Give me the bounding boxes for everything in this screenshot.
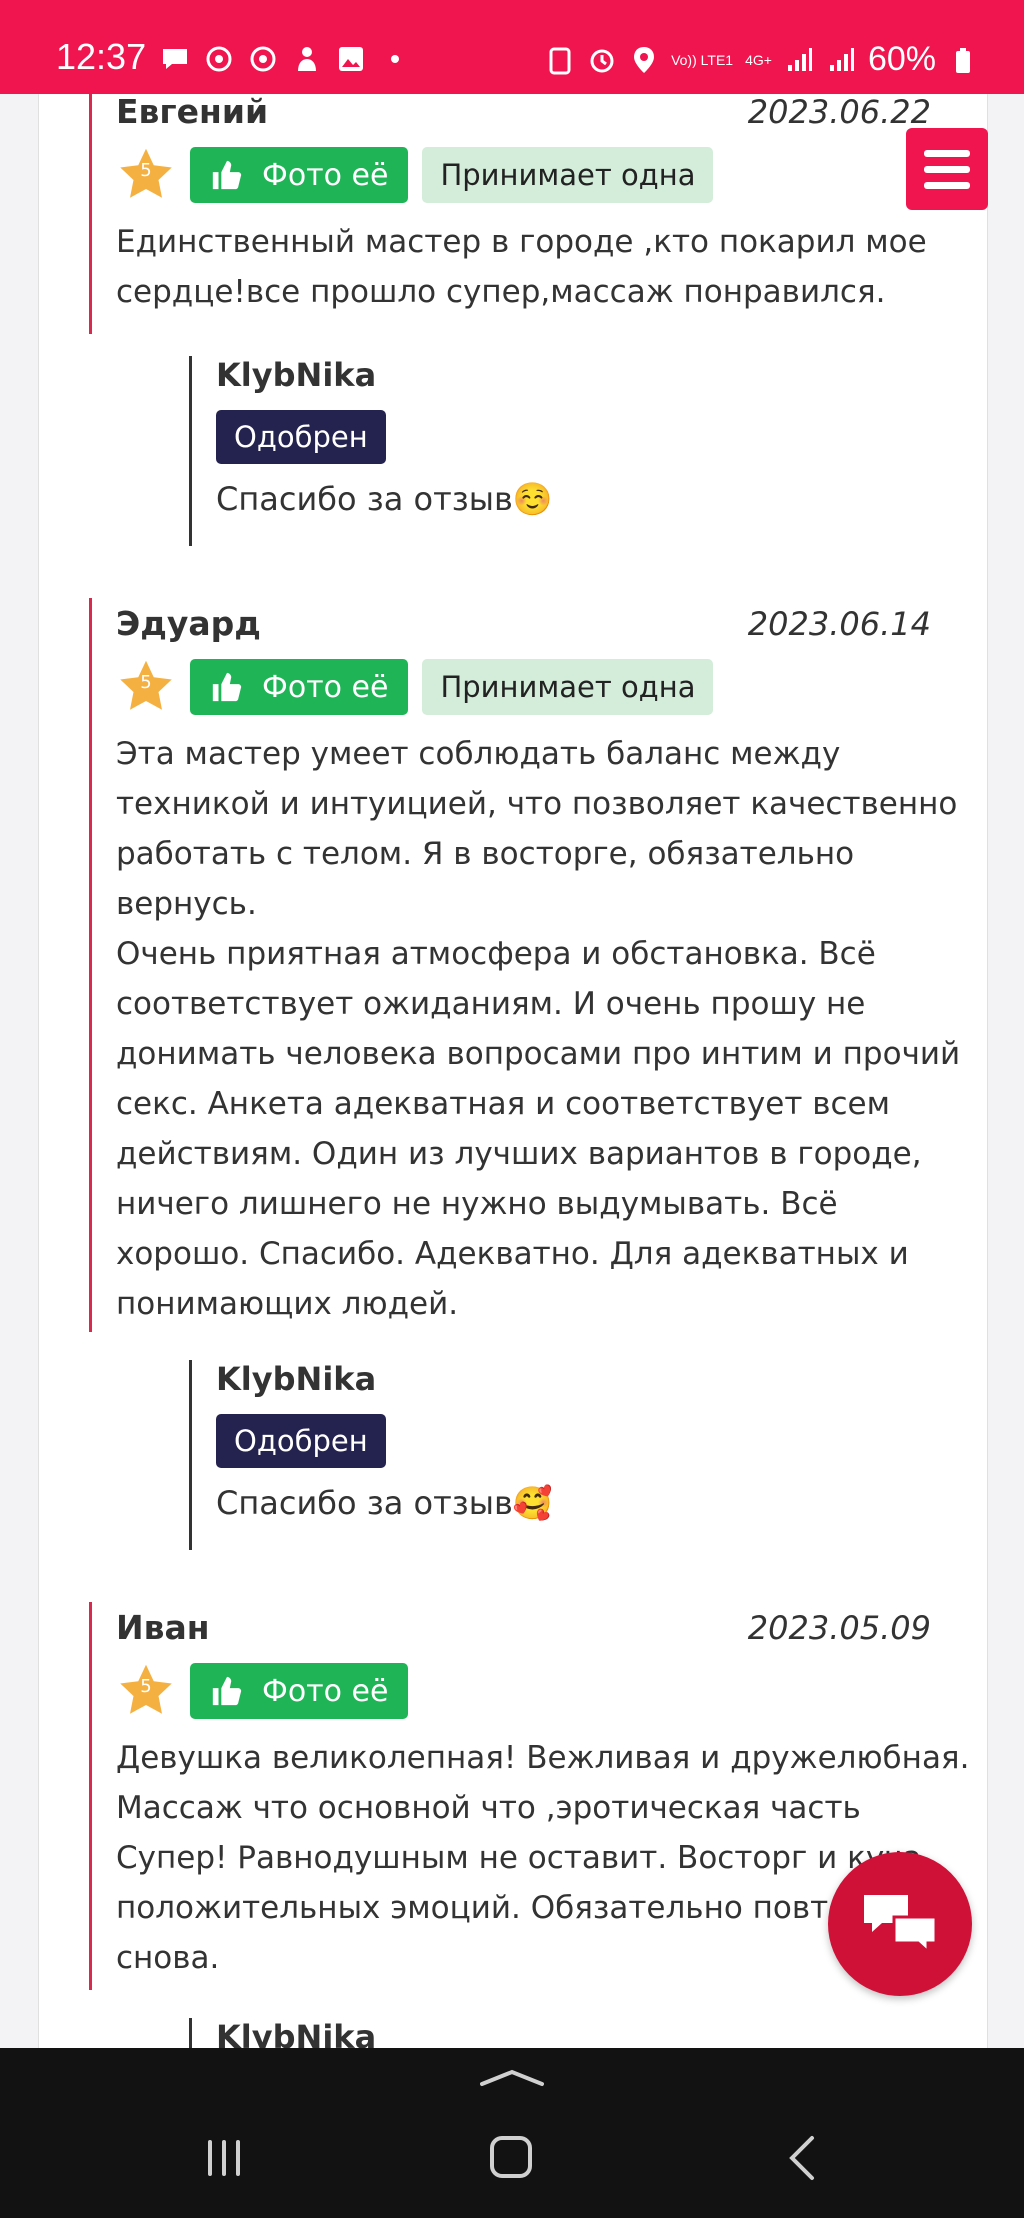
status-time: 12:37: [56, 36, 147, 77]
accepts-alone-tag: Принимает одна: [422, 659, 714, 715]
rating-value: 5: [140, 160, 152, 181]
chat-bubbles-icon: [864, 1895, 938, 1956]
rating-value: 5: [140, 672, 152, 693]
menu-button[interactable]: [906, 128, 988, 210]
app-notification-icon-2: [250, 46, 276, 72]
accepts-alone-tag: Принимает одна: [422, 147, 714, 203]
rating-star: 5: [116, 145, 176, 205]
thumbs-up-icon: [212, 1676, 242, 1706]
battery-saver-icon: [549, 47, 571, 74]
photo-verified-badge[interactable]: Фото её: [190, 659, 409, 715]
owner-reply: KlybNika Одобрен Спасибо за отзыв🥰: [189, 1360, 889, 1550]
owner-reply: KlybNika Одобрен Спасибо за отзыв☺️: [189, 356, 889, 546]
reply-text: Спасибо за отзыв☺️: [216, 480, 553, 518]
rating-star: 5: [116, 1661, 176, 1721]
recents-icon[interactable]: [206, 2138, 246, 2178]
chat-notification-icon: [163, 49, 187, 69]
review-badges: 5 Фото её Принимает одна: [116, 145, 979, 205]
battery-icon: [956, 47, 970, 73]
review-badges: 5 Фото её: [116, 1661, 979, 1721]
status-right: Vo)) LTE1 4G+ 60%: [545, 40, 978, 79]
home-icon[interactable]: [490, 2136, 532, 2178]
approved-badge: Одобрен: [216, 1414, 386, 1468]
review-author: Эдуард: [116, 604, 261, 643]
figure-notification-icon: [298, 47, 316, 71]
network-type: 4G+: [745, 51, 772, 68]
notification-icons: [160, 44, 410, 74]
review-text: Эта мастер умеет соблюдать баланс между …: [116, 736, 961, 1322]
volte-indicator: Vo)) LTE1: [671, 51, 734, 68]
review-text: Единственный мастер в городе ,кто покари…: [116, 224, 927, 310]
signal-icon-2: [829, 47, 854, 71]
reviews-page: Евгений 2023.06.22 5 Фото её Принимает о…: [38, 94, 988, 2048]
review-author: Евгений: [116, 94, 269, 131]
rating-star: 5: [116, 657, 176, 717]
review-date: 2023.06.22: [747, 94, 931, 131]
photo-verified-badge[interactable]: Фото её: [190, 1663, 409, 1719]
review-author: Иван: [116, 1608, 210, 1647]
review-card: Евгений 2023.06.22 5 Фото её Принимает о…: [89, 94, 979, 334]
review-date: 2023.06.14: [747, 605, 931, 643]
back-icon[interactable]: [786, 2134, 816, 2182]
thumbs-up-icon: [212, 160, 242, 190]
swipe-up-handle-icon[interactable]: [480, 2068, 544, 2088]
app-notification-icon: [206, 46, 232, 72]
battery-percent: 60%: [867, 40, 936, 78]
signal-icon: [787, 47, 812, 71]
reply-author: KlybNika: [216, 356, 377, 394]
reply-author: KlybNika: [216, 1360, 377, 1398]
rating-value: 5: [140, 1676, 152, 1697]
hamburger-icon: [924, 149, 970, 157]
reply-author: KlybNika: [216, 2018, 377, 2048]
review-card: Эдуард 2023.06.14 5 Фото её Принимает од…: [89, 598, 979, 1332]
review-date: 2023.05.09: [747, 1609, 931, 1647]
photo-label: Фото её: [262, 157, 389, 193]
photo-verified-badge[interactable]: Фото её: [190, 147, 409, 203]
owner-reply: KlybNika: [189, 2018, 889, 2048]
review-badges: 5 Фото её Принимает одна: [116, 657, 979, 717]
thumbs-up-icon: [212, 672, 242, 702]
system-nav-bar: [0, 2048, 1024, 2218]
approved-badge: Одобрен: [216, 410, 386, 464]
status-bar: 12:37 Vo)) LTE1 4G+ 60%: [0, 0, 1024, 94]
more-notifications-icon: [391, 55, 399, 63]
location-icon: [634, 46, 655, 73]
alarm-icon: [590, 49, 614, 72]
reply-text: Спасибо за отзыв🥰: [216, 1484, 553, 1522]
photo-label: Фото её: [262, 669, 389, 705]
photo-label: Фото её: [262, 1673, 389, 1709]
chat-button[interactable]: [828, 1852, 972, 1996]
gallery-notification-icon: [339, 47, 363, 71]
